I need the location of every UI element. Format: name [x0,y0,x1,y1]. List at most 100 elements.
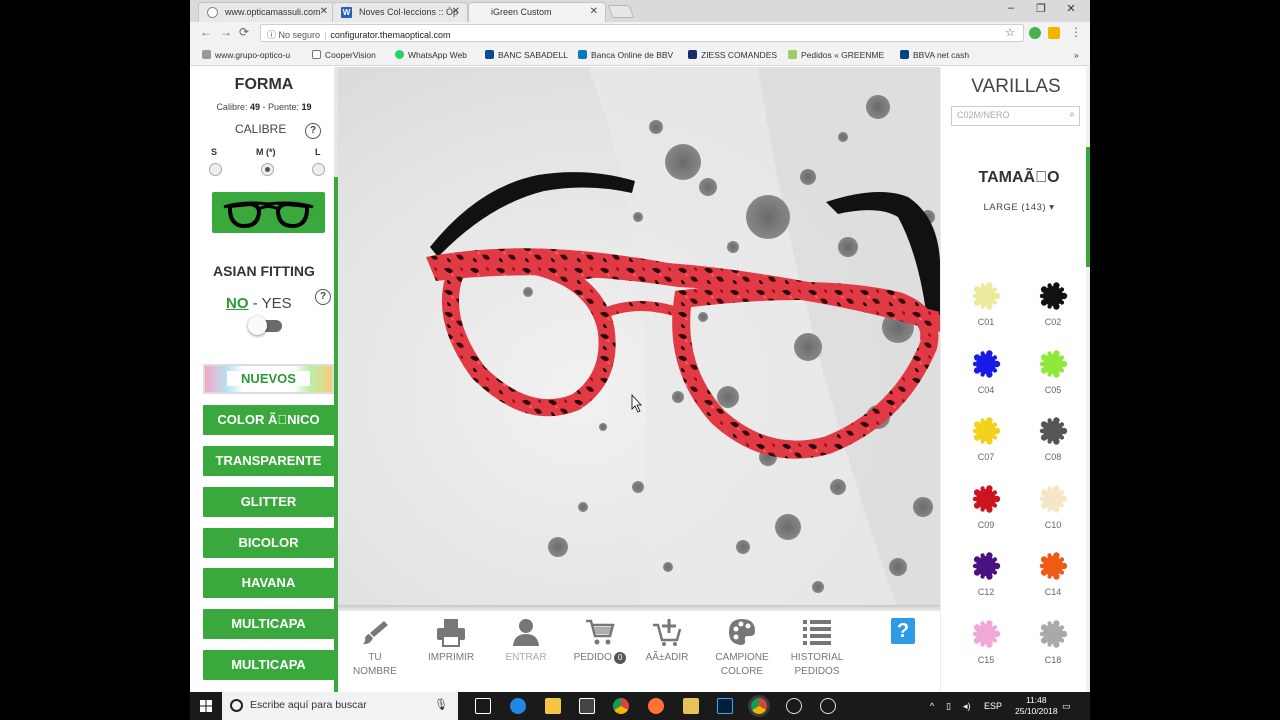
firefox-icon[interactable] [648,698,664,714]
app-icon[interactable] [820,698,836,714]
bookmark-item[interactable]: WhatsApp Web [395,50,467,60]
color-swatch-c01[interactable]: C01 [963,280,1009,327]
bookmark-item[interactable]: www.grupo-optico-u [202,50,290,60]
entrar-button[interactable]: ENTRAR [486,615,566,665]
help-icon[interactable]: ? [315,289,331,305]
search-icon[interactable]: ⌕ [1069,109,1075,120]
network-icon[interactable]: ▯ [946,701,951,712]
bookmark-item[interactable]: Pedidos « GREENME [788,50,884,60]
bookmark-item[interactable]: ZIESS COMANDES [688,50,777,60]
size-select[interactable]: LARGE (143) ▾ [941,202,1090,213]
color-swatch-c14[interactable]: C14 [1030,550,1076,597]
color-swatch-c02[interactable]: C02 [1030,280,1076,327]
bookmark-item[interactable]: CooperVision [312,50,376,60]
task-view-icon[interactable] [475,698,491,714]
tab-igreen-custom[interactable]: iGreen Custom ✕ [468,2,606,22]
extension-icon[interactable] [1029,27,1041,39]
swatch-code: C12 [977,587,995,597]
screen: www.opticamassuli.com ✕ W Noves Col·lecc… [190,0,1090,720]
taskbar-search-input[interactable]: Escribe aquí para buscar 🎙 [222,692,458,720]
color-swatch-c05[interactable]: C05 [1030,348,1076,395]
new-tab-button[interactable] [607,5,635,18]
folder-icon[interactable] [683,698,699,714]
asian-yes-option[interactable]: - YES [253,295,292,312]
size-radio-s[interactable] [209,163,222,176]
color-swatch-c04[interactable]: C04 [963,348,1009,395]
campione-colore-button[interactable]: CAMPIONE COLORE [702,615,782,679]
photoshop-icon[interactable] [717,698,733,714]
tab-opticamassuli[interactable]: www.opticamassuli.com ✕ [198,2,336,22]
category-glitter-button[interactable]: GLITTER [203,487,334,517]
frame-shape-button[interactable] [212,192,325,233]
category-transparente-button[interactable]: TRANSPARENTE [203,446,334,476]
menu-icon[interactable]: ⋮ [1070,25,1082,39]
historial-pedidos-button[interactable]: HISTORIAL PEDIDOS [777,615,857,679]
taskbar-clock[interactable]: 11:48 25/10/2018 [1015,695,1058,717]
search-placeholder: Escribe aquí para buscar [250,699,367,711]
edge-icon[interactable] [510,698,526,714]
help-button[interactable]: ? [891,618,915,644]
close-tab-icon[interactable]: ✕ [320,6,328,17]
close-window-button[interactable]: ✕ [1056,2,1086,15]
glasses-preview-canvas[interactable] [338,67,940,610]
size-radio-m[interactable] [261,163,274,176]
scrollbar[interactable] [1086,67,1090,692]
category-bicolor-button[interactable]: BICOLOR [203,528,334,558]
close-tab-icon[interactable]: ✕ [452,6,460,17]
windows-start-icon[interactable] [200,700,212,712]
app-icon[interactable] [786,698,802,714]
chrome-active-icon[interactable] [751,698,767,714]
tray-chevron-icon[interactable]: ^ [930,701,934,711]
color-swatch-c18[interactable]: C18 [1030,618,1076,665]
temple-search-input[interactable]: C02M/NERO ⌕ [951,106,1080,126]
language-indicator[interactable]: ESP [984,701,1002,711]
notifications-icon[interactable]: ▭ [1062,701,1071,712]
anadir-button[interactable]: AÃ±ADIR [627,615,707,665]
category-multicapa-button[interactable]: MULTICAPA [203,609,334,639]
color-swatch-c12[interactable]: C12 [963,550,1009,597]
swatch-code: C10 [1044,519,1062,530]
category-havana-button[interactable]: HAVANA [203,568,334,598]
bookmark-star-icon[interactable]: ☆ [1005,26,1015,39]
size-radio-l[interactable] [312,163,325,176]
help-icon[interactable]: ? [305,123,321,139]
paint-splat-icon [1039,552,1068,580]
back-icon[interactable]: ← [200,25,212,39]
category-color-unico-button[interactable]: COLOR Ã NICO [203,405,334,435]
imprimir-button[interactable]: IMPRIMIR [411,615,491,665]
size-label-s: S [211,147,218,157]
bookmark-item[interactable]: Banca Online de BBV [578,50,673,60]
color-swatch-c07[interactable]: C07 [963,415,1009,462]
reload-icon[interactable]: ⟳ [239,25,249,39]
chrome-icon[interactable] [613,698,629,714]
color-swatch-c09[interactable]: C09 [963,483,1009,530]
microphone-icon[interactable]: 🎙 [434,698,448,711]
bookmark-item[interactable]: BANC SABADELL [485,50,568,60]
file-explorer-icon[interactable] [545,698,561,714]
nuevos-button[interactable]: NUEVOS [203,364,334,394]
tab-noves-colleccions[interactable]: W Noves Col·leccions :: Óp ✕ [332,2,468,22]
tab-title: www.opticamassuli.com [225,7,321,17]
tu-nombre-button[interactable]: TU NOMBRE [335,615,415,679]
url-input[interactable]: ⓘ No seguro | configurator.themaoptical.co… [260,24,1024,42]
swatch-code: C08 [1044,452,1062,462]
info-icon[interactable]: ⓘ [267,30,276,40]
color-swatch-c15[interactable]: C15 [963,618,1009,665]
asian-no-option[interactable]: NO [226,295,249,312]
swatch-code: C15 [977,654,995,665]
minimize-button[interactable]: – [996,2,1026,14]
color-swatch-c08[interactable]: C08 [1030,415,1076,462]
close-tab-icon[interactable]: ✕ [590,6,598,17]
store-icon[interactable] [579,698,595,714]
bookmarks-more[interactable]: » [1074,50,1079,60]
forward-icon[interactable]: → [220,25,232,39]
category-multicapa-2-button[interactable]: MULTICAPA [203,650,334,680]
asian-fitting-toggle[interactable] [248,316,282,335]
paint-splat-icon [1039,619,1068,648]
volume-icon[interactable]: ◂) [963,701,971,712]
maximize-button[interactable]: ❐ [1026,2,1056,15]
bookmark-item[interactable]: BBVA net cash [900,50,969,60]
color-swatch-c10[interactable]: C10 [1030,483,1076,530]
cortana-icon [230,699,243,712]
extension-icon[interactable] [1048,27,1060,39]
